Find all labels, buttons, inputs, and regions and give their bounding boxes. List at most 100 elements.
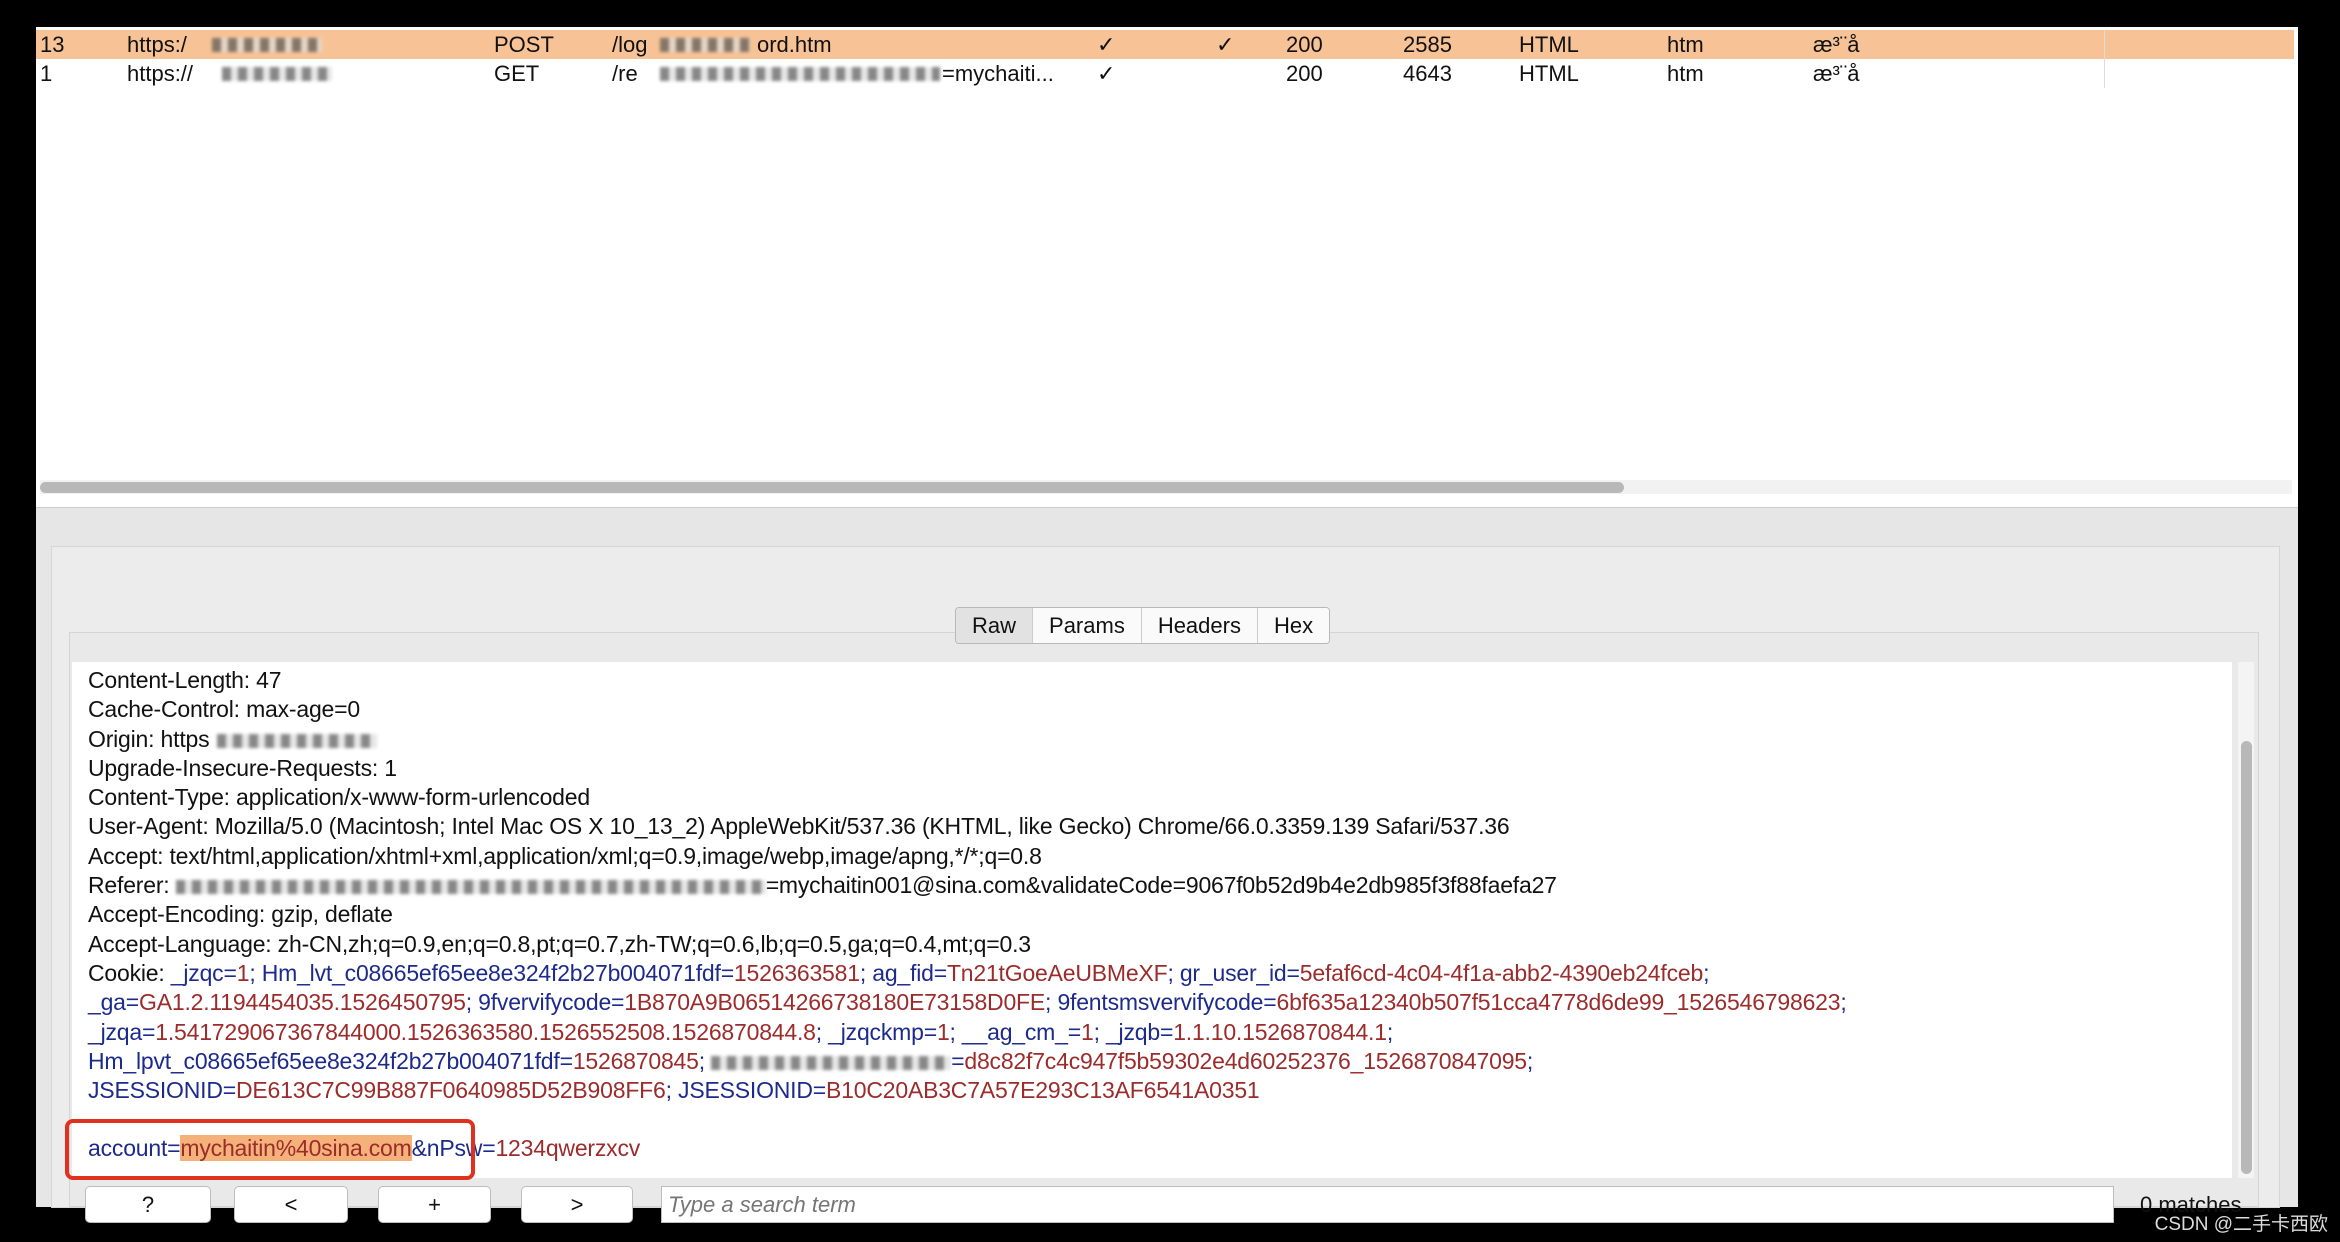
message-editor-panel: Original requestEdited requestResponse R… (36, 507, 2298, 1223)
search-input[interactable] (661, 1186, 2114, 1223)
tab-headers[interactable]: Headers (1141, 608, 1258, 643)
equals-sign: = (222, 1077, 236, 1104)
equals-sign: = (812, 1077, 827, 1104)
cookie-name: _jzqckmp (828, 1018, 924, 1045)
equals-sign: = (951, 1047, 965, 1074)
cookie-name: 9fentsmsvervifycode (1057, 989, 1264, 1016)
cookie-label: Cookie: (88, 959, 171, 986)
cookie-line: Cookie: _jzqc=1; Hm_lvt_c08665ef65ee8e32… (88, 959, 2232, 988)
redacted-referer (175, 880, 766, 894)
header-text: Upgrade-Insecure-Requests: 1 (88, 754, 397, 781)
scrollbar-thumb[interactable] (2241, 741, 2252, 1174)
header-text: Accept-Encoding: gzip, deflate (88, 901, 393, 928)
tab-raw[interactable]: Raw (956, 608, 1034, 643)
redacted-cookie-name (711, 1055, 952, 1070)
separator: ; (1093, 1018, 1106, 1045)
redacted-host (212, 38, 322, 52)
header-line: User-Agent: Mozilla/5.0 (Macintosh; Inte… (88, 812, 2232, 841)
separator: ; (665, 1077, 679, 1104)
table-row[interactable]: 13 https:/ POST/log ord.htm ✓ ✓ 200 2585 HTML htm… (36, 30, 2294, 59)
cookie-value: 1 (1080, 1018, 1094, 1045)
header-text: Cache-Control: max-age=0 (88, 696, 360, 723)
cell-host: https:/ (127, 32, 187, 57)
header-line: Content-Type: application/x-www-form-url… (88, 783, 2232, 812)
equals-sign: = (559, 1047, 573, 1074)
cell-length: 2585 (1403, 32, 1452, 57)
cell-mime: HTML (1519, 61, 1579, 86)
equals-sign: = (720, 959, 734, 986)
cookie-line: _ga=GA1.2.1194454035.1526450795; 9fvervi… (88, 988, 2232, 1017)
separator: ; (465, 989, 479, 1016)
cell-path-end: =mychaiti... (942, 61, 1054, 86)
separator: ; (698, 1047, 712, 1074)
redacted-origin (217, 733, 378, 748)
header-line: Referer: =mychaitin001@sina.com&validate… (88, 871, 2232, 900)
header-text: User-Agent: Mozilla/5.0 (Macintosh; Inte… (88, 813, 1510, 840)
equals-sign: = (223, 959, 237, 986)
header-text: Content-Type: application/x-www-form-url… (88, 784, 590, 811)
header-line: Upgrade-Insecure-Requests: 1 (88, 754, 2232, 783)
param-value: 1234qwerzxcv (495, 1134, 641, 1161)
cookie-name: _jzqc (170, 959, 224, 986)
header-line: Accept: text/html,application/xhtml+xml,… (88, 842, 2232, 871)
referer-tail: =mychaitin001@sina.com&validateCode=9067… (765, 872, 1557, 899)
cell-edited: ✓ (1097, 61, 1116, 86)
tab-hex[interactable]: Hex (1257, 608, 1330, 643)
view-tabs: Raw Params Headers Hex (955, 607, 1331, 644)
help-button[interactable]: ? (85, 1186, 211, 1223)
app-window: 13 https:/ POST/log ord.htm ✓ ✓ 200 2585 HTML htm… (36, 27, 2298, 1223)
cookie-name: JSESSIONID (678, 1077, 813, 1104)
horizontal-scrollbar[interactable] (40, 480, 2292, 494)
cell-path-start: /log (612, 32, 648, 57)
column-divider (2104, 30, 2105, 59)
header-text: Accept-Language: zh-CN,zh;q=0.9,en;q=0.8… (88, 930, 1031, 957)
header-line: Content-Length: 47 (88, 666, 2232, 695)
cell-extra: ✓ (1216, 32, 1235, 57)
cell-title: æ³¨å (1813, 61, 1860, 86)
scrollbar-thumb[interactable] (40, 482, 1624, 493)
cell-ext: htm (1667, 61, 1704, 86)
next-button[interactable]: > (521, 1186, 633, 1223)
cell-method: POST (494, 32, 554, 57)
watermark: CSDN @二手卡西欧 (2154, 1214, 2328, 1235)
cell-num: 13 (40, 32, 65, 57)
equals-sign: = (923, 1018, 937, 1045)
cell-host: https:// (127, 61, 194, 86)
table-row[interactable]: 1 https:// GET/re =mychaiti... ✓ 200 4643 HTML h… (36, 59, 2294, 88)
cookie-name: JSESSIONID (88, 1077, 223, 1104)
cookie-name: ag_fid (872, 959, 934, 986)
cell-method: GET (494, 61, 540, 86)
cookie-value: 1.1.10.1526870844.1 (1173, 1018, 1387, 1045)
separator: ; (1526, 1047, 1534, 1074)
cookie-value: 1 (236, 959, 250, 986)
cookie-line: JSESSIONID=DE613C7C99B887F0640985D52B908… (88, 1076, 2232, 1105)
equals-sign: = (1286, 959, 1300, 986)
tab-params[interactable]: Params (1033, 608, 1142, 643)
separator: ; (1386, 1018, 1394, 1045)
redacted-path (660, 67, 940, 81)
cell-ext: htm (1667, 32, 1704, 57)
cookie-value: 5efaf6cd-4c04-4f1a-abb2-4390eb24fceb (1299, 959, 1704, 986)
header-line: Accept-Encoding: gzip, deflate (88, 900, 2232, 929)
cookie-name: _jzqb (1105, 1018, 1160, 1045)
cell-mime: HTML (1519, 32, 1579, 57)
cookie-value: 1B870A9B06514266738180E73158D0FE (624, 989, 1046, 1016)
cookie-name: _jzqa (88, 1018, 142, 1045)
previous-button[interactable]: < (234, 1186, 348, 1223)
equals-sign: = (611, 989, 625, 1016)
cell-path-start: /re (612, 61, 638, 86)
cookie-name: 9fvervifycode (478, 989, 612, 1016)
equals-sign: = (482, 1134, 496, 1161)
cookie-value: d8c82f7c4c947f5b59302e4d60252376_1526870… (964, 1047, 1527, 1074)
request-text-area[interactable]: Content-Length: 47 Cache-Control: max-age… (72, 662, 2232, 1178)
vertical-scrollbar[interactable] (2238, 662, 2254, 1178)
header-text: Referer: (88, 872, 176, 899)
cell-status: 200 (1286, 61, 1323, 86)
cookie-name: __ag_cm_ (961, 1018, 1068, 1045)
add-button[interactable]: + (378, 1186, 491, 1223)
redacted-host (222, 67, 332, 81)
cell-title: æ³¨å (1813, 32, 1860, 57)
cookie-name: Hm_lvt_c08665ef65ee8e324f2b27b004071fdf (261, 959, 721, 986)
separator: ; (815, 1018, 829, 1045)
header-text: Accept: text/html,application/xhtml+xml,… (88, 842, 1042, 869)
